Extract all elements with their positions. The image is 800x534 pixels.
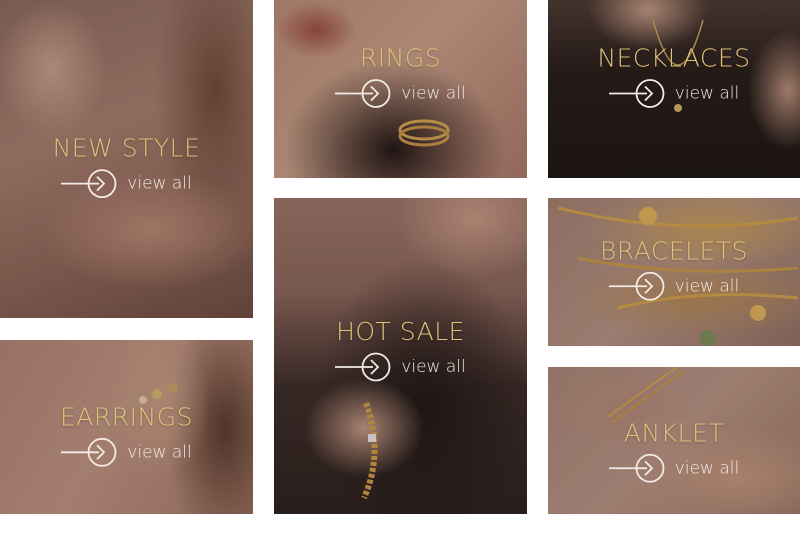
circle-arrow-right-icon[interactable]: [608, 79, 665, 109]
circle-arrow-right-icon[interactable]: [335, 79, 391, 109]
view-all-link[interactable]: view all: [61, 437, 192, 467]
view-all-link[interactable]: view all: [608, 453, 739, 483]
view-all-link[interactable]: view all: [335, 79, 466, 109]
circle-arrow-right-icon[interactable]: [61, 169, 117, 199]
category-tile-necklaces[interactable]: NECKLACES view all: [548, 0, 800, 178]
view-all-label[interactable]: view all: [127, 174, 191, 194]
category-tile-rings[interactable]: RINGS view all: [274, 0, 527, 178]
tile-title: ANKLET: [623, 417, 725, 447]
view-all-label[interactable]: view all: [675, 84, 739, 104]
tile-title: HOT SALE: [336, 317, 465, 346]
view-all-link[interactable]: view all: [608, 271, 739, 301]
view-all-label[interactable]: view all: [401, 357, 465, 377]
tile-title: EARRINGS: [60, 402, 193, 432]
view-all-label[interactable]: view all: [675, 276, 739, 296]
tile-caption: NEW STYLE view all: [0, 134, 253, 199]
tile-caption: NECKLACES view all: [548, 44, 800, 109]
view-all-label[interactable]: view all: [675, 458, 739, 478]
category-tile-new-style[interactable]: NEW STYLE view all: [0, 0, 253, 318]
category-tile-anklet[interactable]: ANKLET view all: [548, 367, 800, 514]
tile-title: NECKLACES: [597, 43, 751, 73]
category-tile-earrings[interactable]: EARRINGS view all: [0, 340, 253, 514]
view-all-label[interactable]: view all: [127, 442, 191, 462]
circle-arrow-right-icon[interactable]: [608, 453, 665, 483]
view-all-link[interactable]: view all: [335, 352, 466, 382]
tile-caption: ANKLET view all: [548, 418, 800, 483]
view-all-label[interactable]: view all: [401, 84, 465, 104]
category-tile-hot-sale[interactable]: HOT SALE view all: [274, 198, 527, 514]
circle-arrow-right-icon[interactable]: [61, 437, 117, 467]
view-all-link[interactable]: view all: [61, 169, 192, 199]
tile-title: NEW STYLE: [52, 133, 201, 163]
category-tile-bracelets[interactable]: BRACELETS view all: [548, 198, 800, 346]
tile-title: BRACELETS: [599, 236, 748, 266]
circle-arrow-right-icon[interactable]: [335, 352, 391, 382]
tile-caption: RINGS view all: [274, 44, 527, 109]
circle-arrow-right-icon[interactable]: [608, 271, 665, 301]
view-all-link[interactable]: view all: [608, 79, 739, 109]
tile-caption: HOT SALE view all: [274, 317, 527, 382]
tile-caption: EARRINGS view all: [0, 402, 253, 467]
tile-caption: BRACELETS view all: [548, 236, 800, 301]
tile-title: RINGS: [359, 43, 442, 73]
